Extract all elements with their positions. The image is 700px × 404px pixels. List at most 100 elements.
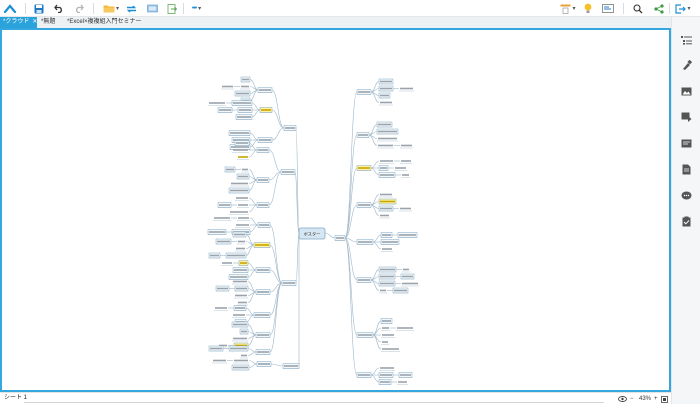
subtopic-node[interactable] [399,87,414,92]
subtopic-node[interactable] [228,274,249,280]
subtopic-node[interactable] [237,240,246,245]
central-topic[interactable]: ポスター [298,227,326,240]
search-icon[interactable] [632,1,644,16]
subtopic-node[interactable] [378,78,394,85]
subtopic-node[interactable] [400,144,413,149]
subtopic-node[interactable] [241,168,249,173]
subtopic-node[interactable] [229,211,249,215]
subtopic-node[interactable] [237,107,253,113]
subtopic-node[interactable] [237,156,249,160]
subtopic-node[interactable] [232,149,249,153]
subtopic-node[interactable] [397,381,408,385]
task-icon[interactable] [680,215,693,228]
subtopic-node[interactable] [253,242,271,248]
redo-icon[interactable] [73,1,85,16]
document-icon[interactable] [680,163,693,176]
subtopic-node[interactable] [240,85,250,90]
subtopic-node[interactable] [256,147,270,153]
subtopic-node[interactable] [215,285,230,292]
subtopic-node[interactable] [257,87,273,93]
subtopic-node[interactable] [401,282,419,287]
subtopic-node[interactable] [217,202,232,208]
subtopic-node[interactable] [234,294,248,299]
subtopic-node[interactable] [378,165,389,171]
subtopic-node[interactable] [397,232,418,238]
subtopic-node[interactable] [230,182,249,187]
subtopic-node[interactable] [378,205,394,212]
subtopic-node[interactable] [378,372,394,378]
subtopic-node[interactable] [377,137,398,142]
share-icon[interactable] [653,1,665,16]
subtopic-node[interactable] [379,193,393,198]
subtopic-node[interactable] [380,318,393,324]
subtopic-node[interactable] [380,239,400,245]
subtopic-node[interactable] [231,364,250,371]
subtopic-node[interactable] [235,114,253,120]
subtopic-node[interactable] [228,187,250,194]
subtopic-node[interactable] [378,85,394,92]
subtopic-node[interactable] [225,252,247,259]
subtopic-node[interactable] [237,217,250,221]
subtopic-node[interactable] [255,267,271,273]
subtopic-node[interactable] [378,172,396,178]
subtopic-node[interactable] [280,169,296,175]
subtopic-node[interactable] [234,285,249,292]
close-icon[interactable]: ✕ [32,19,37,25]
tab-untitled[interactable]: *無題 [38,17,58,28]
view-icon[interactable] [618,394,627,404]
comment-icon[interactable] [680,189,693,202]
subtopic-node[interactable] [221,262,233,266]
home-up-icon[interactable] [3,1,17,16]
subtopic-node[interactable] [379,101,393,106]
slides-icon[interactable] [601,1,615,16]
subtopic-node[interactable] [235,224,250,228]
subtopic-node[interactable] [356,239,374,245]
subtopic-node[interactable] [380,232,393,238]
subtopic-node[interactable] [398,372,413,378]
subtopic-node[interactable] [256,361,272,367]
subtopic-node[interactable] [240,354,248,359]
subtopic-node[interactable] [402,268,410,273]
outline-list-icon[interactable] [680,33,693,46]
subtopic-node[interactable] [379,160,394,164]
subtopic-node[interactable] [378,198,397,205]
subtopic-node[interactable] [378,92,391,99]
tab-cloud[interactable]: *クラウド ✕ [0,17,37,28]
presentation-icon[interactable] [146,1,158,16]
subtopic-node[interactable] [213,217,231,221]
note-icon[interactable] [680,137,693,150]
subtopic-node[interactable] [239,328,249,335]
subtopic-node[interactable] [381,248,393,252]
subtopic-node[interactable] [237,301,248,306]
subtopic-node[interactable] [232,314,246,318]
subtopic-node[interactable] [208,345,224,352]
subtopic-node[interactable] [208,102,226,106]
subtopic-node[interactable] [399,207,412,212]
subtopic-node[interactable] [232,267,249,273]
subtopic-node[interactable] [381,348,400,352]
save-icon[interactable] [33,1,45,16]
subtopic-node[interactable] [378,266,397,273]
subtopic-node[interactable] [255,289,271,295]
undo-icon[interactable] [53,1,65,16]
subtopic-node[interactable] [378,280,396,287]
subtopic-node[interactable] [376,128,399,135]
subtopic-node[interactable] [233,305,247,311]
zoom-out-button[interactable]: − [630,394,634,404]
subtopic-node[interactable] [281,280,297,286]
subtopic-node[interactable] [240,76,251,83]
subtopic-node[interactable] [378,379,392,385]
subtopic-node[interactable] [259,107,273,113]
export-icon[interactable] [166,1,178,16]
outline-icon[interactable]: ▾ [560,1,576,16]
subtopic-node[interactable] [207,229,227,235]
subtopic-node[interactable] [394,167,407,171]
subtopic-node[interactable] [234,140,250,146]
folder-icon[interactable]: ▾ [102,1,120,16]
subtopic-node[interactable] [256,177,270,183]
fit-view-icon[interactable] [661,394,668,404]
subtopic-node[interactable] [392,287,409,294]
subtopic-node[interactable] [283,125,297,131]
mindmap-canvas[interactable]: ポスター [0,28,671,392]
subtopic-node[interactable] [334,235,346,241]
